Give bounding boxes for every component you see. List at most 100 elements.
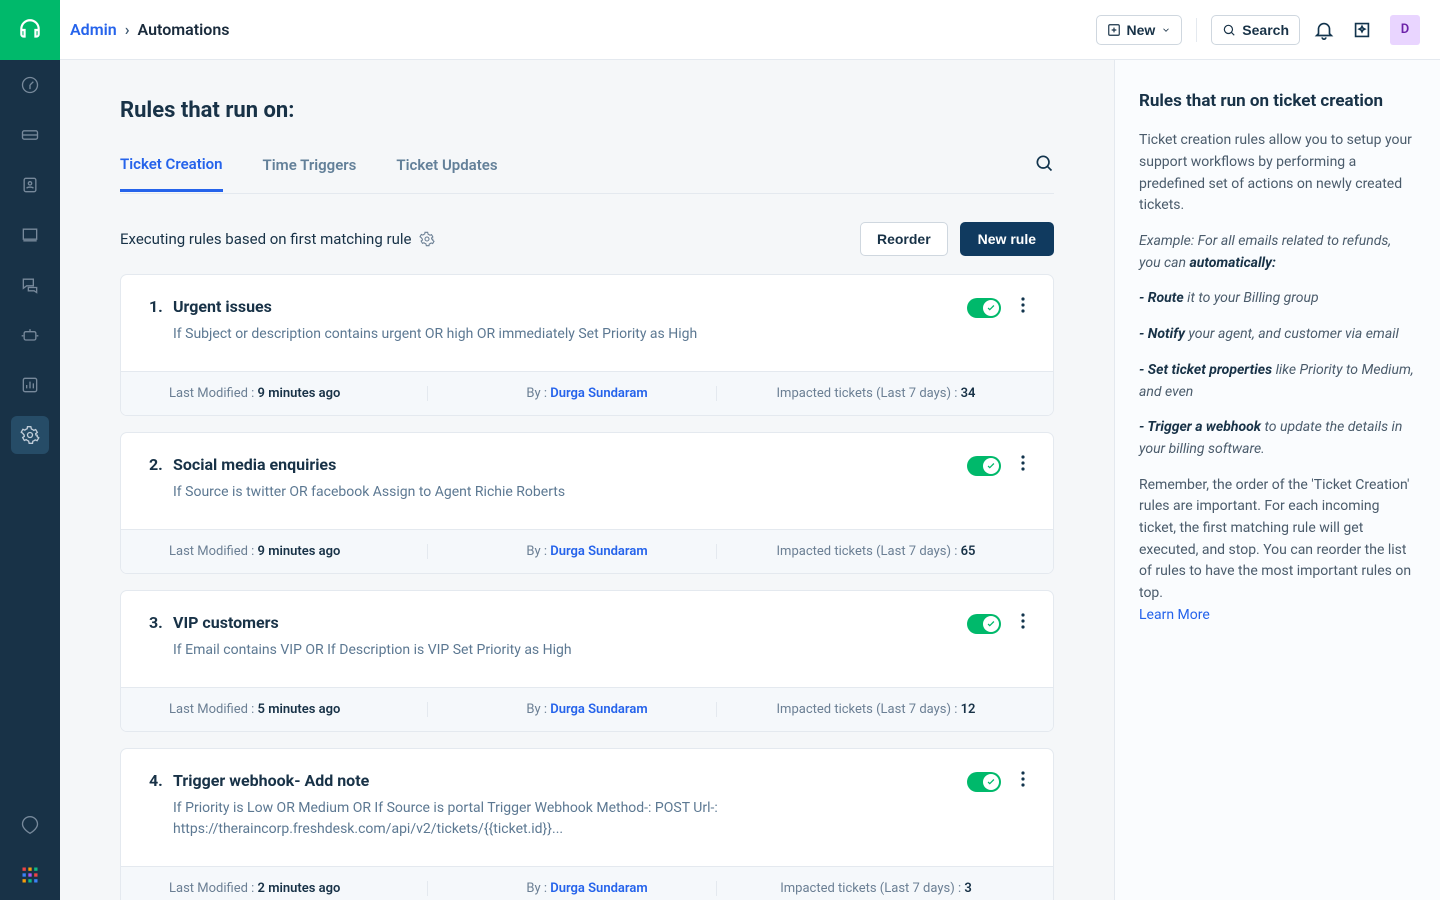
learn-more-link[interactable]: Learn More	[1139, 607, 1210, 623]
tab-ticket-creation[interactable]: Ticket Creation	[120, 155, 223, 192]
rule-author[interactable]: Durga Sundaram	[550, 544, 647, 559]
tab-search[interactable]	[1034, 153, 1054, 193]
tab-ticket-updates[interactable]: Ticket Updates	[396, 156, 497, 190]
nav-dashboard[interactable]	[0, 60, 60, 110]
plus-square-icon	[1107, 23, 1121, 37]
search-icon	[1222, 23, 1236, 37]
topbar: Admin › Automations New Search D	[60, 0, 1440, 60]
rule-toggle[interactable]	[967, 772, 1001, 792]
new-button-label: New	[1127, 22, 1156, 38]
check-icon	[986, 303, 996, 313]
help-example-bold: automatically:	[1189, 255, 1275, 271]
rule-title: Trigger webhook- Add note	[173, 771, 947, 790]
gear-icon[interactable]	[419, 231, 435, 247]
exec-info-text: Executing rules based on first matching …	[120, 230, 411, 248]
nav-freshworks[interactable]	[0, 800, 60, 850]
rule-description: If Email contains VIP OR If Description …	[173, 640, 813, 661]
main-content: Rules that run on: Ticket Creation Time …	[60, 60, 1114, 900]
nav-forums[interactable]	[0, 260, 60, 310]
sparkle-icon	[1351, 19, 1373, 41]
rule-author[interactable]: Durga Sundaram	[550, 702, 647, 717]
last-modified-value: 5 minutes ago	[258, 702, 341, 717]
nav-tickets[interactable]	[0, 110, 60, 160]
rule-toggle[interactable]	[967, 298, 1001, 318]
rule-description: If Source is twitter OR facebook Assign …	[173, 482, 813, 503]
help-footer: Remember, the order of the 'Ticket Creat…	[1139, 477, 1411, 601]
new-rule-button[interactable]: New rule	[960, 222, 1054, 256]
rule-number: 2.	[149, 455, 167, 474]
last-modified-label: Last Modified :	[169, 702, 258, 717]
rule-menu-button[interactable]	[1021, 455, 1025, 476]
last-modified-label: Last Modified :	[169, 386, 258, 401]
last-modified-value: 9 minutes ago	[258, 386, 341, 401]
help-panel: Rules that run on ticket creation Ticket…	[1114, 60, 1440, 900]
chevron-down-icon	[1161, 25, 1171, 35]
rule-card[interactable]: 3. VIP customers If Email contains VIP O…	[120, 590, 1054, 732]
help-route-bold: - Route	[1139, 290, 1184, 306]
breadcrumb-current: Automations	[138, 20, 230, 39]
page-title: Rules that run on:	[120, 98, 1054, 123]
search-button[interactable]: Search	[1211, 15, 1300, 45]
tab-time-triggers[interactable]: Time Triggers	[263, 156, 357, 190]
nav-contacts[interactable]	[0, 160, 60, 210]
brand-logo[interactable]	[0, 0, 60, 60]
search-button-label: Search	[1242, 22, 1289, 38]
rule-number: 4.	[149, 771, 167, 790]
rule-description: If Subject or description contains urgen…	[173, 324, 813, 345]
kebab-icon	[1021, 297, 1025, 313]
check-icon	[986, 619, 996, 629]
nav-bots[interactable]	[0, 310, 60, 360]
check-icon	[986, 777, 996, 787]
notifications-button[interactable]	[1310, 16, 1338, 44]
avatar[interactable]: D	[1390, 15, 1420, 45]
help-notify-text: your agent, and customer via email	[1185, 326, 1399, 342]
help-title: Rules that run on ticket creation	[1139, 88, 1416, 114]
breadcrumb-admin[interactable]: Admin	[70, 20, 117, 39]
nav-apps[interactable]	[0, 850, 60, 900]
help-props-bold: - Set ticket properties	[1139, 362, 1272, 378]
last-modified-label: Last Modified :	[169, 881, 258, 896]
exec-info: Executing rules based on first matching …	[120, 230, 435, 248]
rule-card[interactable]: 4. Trigger webhook- Add note If Priority…	[120, 748, 1054, 900]
rule-title: Urgent issues	[173, 297, 947, 316]
kebab-icon	[1021, 771, 1025, 787]
by-label: By :	[526, 881, 550, 896]
help-webhook-bold: - Trigger a webhook	[1139, 419, 1261, 435]
rule-card[interactable]: 1. Urgent issues If Subject or descripti…	[120, 274, 1054, 416]
impacted-value: 65	[961, 544, 976, 559]
toolbar: Executing rules based on first matching …	[120, 222, 1054, 256]
nav-solutions[interactable]	[0, 210, 60, 260]
rule-footer: Last Modified : 9 minutes ago By : Durga…	[121, 371, 1053, 415]
rule-card[interactable]: 2. Social media enquiries If Source is t…	[120, 432, 1054, 574]
reorder-button[interactable]: Reorder	[860, 222, 948, 256]
impacted-label: Impacted tickets (Last 7 days) :	[777, 544, 961, 559]
impacted-value: 34	[961, 386, 976, 401]
divider	[1196, 18, 1197, 42]
rule-menu-button[interactable]	[1021, 297, 1025, 318]
impacted-label: Impacted tickets (Last 7 days) :	[777, 702, 961, 717]
breadcrumb: Admin › Automations	[70, 20, 230, 39]
rule-author[interactable]: Durga Sundaram	[550, 386, 647, 401]
rule-menu-button[interactable]	[1021, 613, 1025, 634]
freddy-button[interactable]	[1348, 16, 1376, 44]
rule-toggle[interactable]	[967, 456, 1001, 476]
impacted-label: Impacted tickets (Last 7 days) :	[777, 386, 961, 401]
kebab-icon	[1021, 455, 1025, 471]
help-route-text: it to your Billing group	[1184, 290, 1319, 306]
check-icon	[986, 461, 996, 471]
new-button[interactable]: New	[1096, 15, 1183, 45]
nav-admin[interactable]	[11, 416, 49, 454]
rule-menu-button[interactable]	[1021, 771, 1025, 792]
last-modified-value: 9 minutes ago	[258, 544, 341, 559]
rule-toggle[interactable]	[967, 614, 1001, 634]
by-label: By :	[526, 702, 550, 717]
help-notify-bold: - Notify	[1139, 326, 1185, 342]
rule-number: 3.	[149, 613, 167, 632]
nav-reports[interactable]	[0, 360, 60, 410]
impacted-value: 3	[964, 881, 971, 896]
tabs: Ticket Creation Time Triggers Ticket Upd…	[120, 153, 1054, 194]
by-label: By :	[526, 544, 550, 559]
rule-footer: Last Modified : 9 minutes ago By : Durga…	[121, 529, 1053, 573]
nav-rail	[0, 0, 60, 900]
rule-author[interactable]: Durga Sundaram	[550, 881, 647, 896]
